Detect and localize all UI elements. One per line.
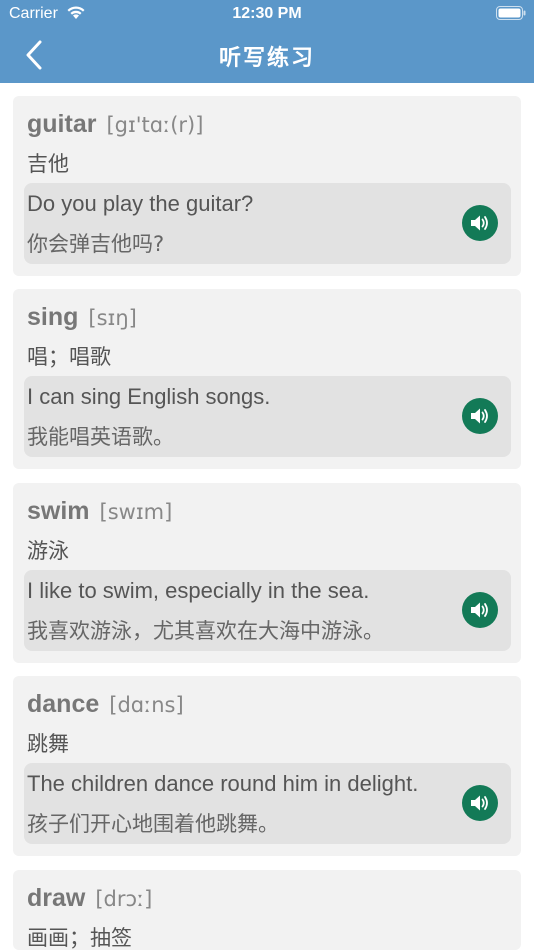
meaning-text: 跳舞 bbox=[27, 732, 69, 756]
example-english: I can sing English songs. bbox=[27, 384, 271, 409]
phonetic-text: [drɔː] bbox=[95, 887, 153, 911]
example-chinese: 你会弹吉他吗? bbox=[27, 232, 165, 256]
phonetic-text: [gɪ'tɑː(r)] bbox=[106, 113, 204, 137]
word-text: swim bbox=[27, 497, 90, 525]
word-text: sing bbox=[27, 303, 79, 331]
meaning-text: 画画；抽签 bbox=[27, 926, 132, 950]
example-box: Do you play the guitar? 你会弹吉他吗? bbox=[24, 183, 511, 264]
phonetic-text: [swɪm] bbox=[99, 500, 173, 524]
speaker-icon bbox=[471, 215, 488, 231]
meaning-text: 游泳 bbox=[27, 539, 69, 563]
meaning-text: 吉他 bbox=[27, 152, 69, 176]
phonetic-text: [sɪŋ] bbox=[88, 306, 137, 330]
word-card: draw [drɔː] 画画；抽签 bbox=[13, 870, 521, 950]
word-text: dance bbox=[27, 690, 100, 718]
play-audio-button[interactable] bbox=[462, 398, 498, 434]
speaker-icon bbox=[471, 408, 488, 424]
battery-icon bbox=[496, 6, 526, 20]
example-box: The children dance round him in delight.… bbox=[24, 763, 511, 844]
example-box: I can sing English songs. 我能唱英语歌。 bbox=[24, 376, 511, 457]
word-card: swim [swɪm] 游泳 I like to swim, especially… bbox=[13, 483, 521, 663]
example-english: Do you play the guitar? bbox=[27, 191, 254, 216]
word-card: sing [sɪŋ] 唱；唱歌 I can sing English songs.… bbox=[13, 289, 521, 469]
play-audio-button[interactable] bbox=[462, 785, 498, 821]
word-card: guitar [gɪ'tɑː(r)] 吉他 Do you play the gui… bbox=[13, 96, 521, 276]
phonetic-text: [dɑːns] bbox=[109, 693, 184, 717]
example-english: The children dance round him in delight. bbox=[27, 771, 419, 796]
navigation-header: Carrier 12:30 PM 听写练习 bbox=[0, 0, 534, 83]
example-chinese: 我喜欢游泳，尤其喜欢在大海中游泳。 bbox=[27, 619, 384, 643]
word-text: draw bbox=[27, 884, 86, 912]
speaker-icon bbox=[471, 602, 488, 618]
word-card: dance [dɑːns] 跳舞 The children dance round… bbox=[13, 676, 521, 856]
status-bar: Carrier 12:30 PM bbox=[0, 0, 534, 28]
meaning-text: 唱；唱歌 bbox=[27, 345, 111, 369]
status-time: 12:30 PM bbox=[232, 5, 302, 22]
speaker-icon bbox=[471, 795, 488, 811]
example-chinese: 孩子们开心地围着他跳舞。 bbox=[27, 812, 279, 836]
play-audio-button[interactable] bbox=[462, 592, 498, 628]
play-audio-button[interactable] bbox=[462, 205, 498, 241]
page-title: 听写练习 bbox=[218, 45, 315, 70]
example-english: I like to swim, especially in the sea. bbox=[27, 578, 370, 603]
word-text: guitar bbox=[27, 110, 97, 138]
example-box: I like to swim, especially in the sea. 我… bbox=[24, 570, 511, 651]
example-chinese: 我能唱英语歌。 bbox=[27, 425, 174, 449]
